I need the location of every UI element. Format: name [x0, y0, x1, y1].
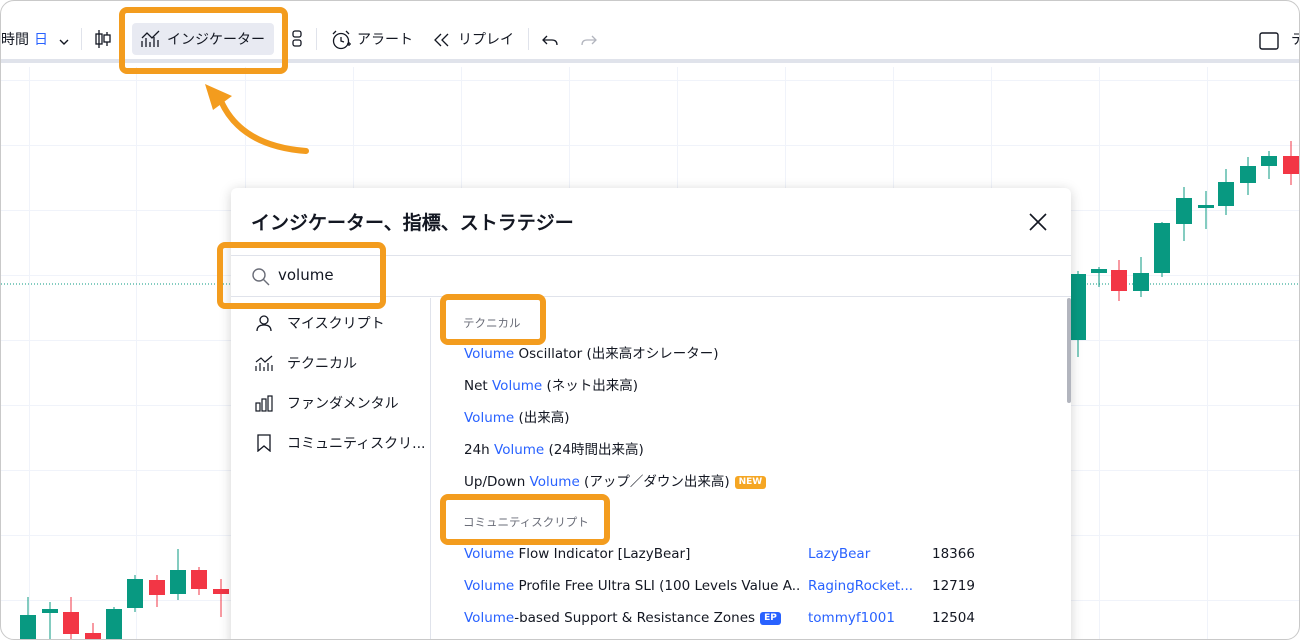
scrollbar[interactable]	[1067, 298, 1071, 403]
sidebar-item-my-scripts[interactable]: マイスクリプト	[255, 312, 430, 334]
candles-icon[interactable]	[94, 29, 112, 53]
results-list: テクニカル Volume Oscillator (出来高オシレーター) Net …	[432, 298, 1071, 639]
match-text: Volume	[464, 346, 515, 362]
sidebar-item-label: テクニカル	[287, 356, 357, 372]
ep-badge: EP	[760, 612, 781, 625]
match-text: Volume	[464, 546, 515, 562]
toolbar-cut-label: テ	[1291, 31, 1299, 49]
author-link[interactable]: LazyBear	[808, 545, 870, 563]
app-window: 時間 日 インジケーター アラート リプレイ インジケーター、指標、ストラテジー…	[0, 0, 1300, 640]
candle	[1198, 191, 1214, 229]
candle	[1133, 257, 1149, 297]
toolbar-divider	[81, 28, 82, 50]
user-icon	[255, 314, 273, 332]
annotation-box-indicators	[119, 7, 288, 74]
candle	[1283, 141, 1299, 185]
candle	[63, 597, 79, 639]
result-title: (24時間出来高)	[544, 442, 644, 458]
annotation-box-community	[440, 494, 610, 545]
result-row[interactable]: Volume-based Support & Resistance Zones E…	[464, 609, 781, 627]
candle	[1176, 187, 1192, 241]
likes-count: 12719	[932, 578, 975, 594]
result-title: Oscillator (出来高オシレーター)	[514, 346, 719, 362]
candle	[1240, 157, 1256, 195]
candle	[191, 567, 207, 595]
timeframe-prefix: 時間	[1, 32, 29, 48]
candle	[1261, 151, 1277, 179]
toolbar-divider	[528, 28, 529, 50]
dialog-title: インジケーター、指標、ストラテジー	[251, 212, 574, 234]
redo-icon[interactable]	[581, 33, 597, 52]
match-text: Volume	[464, 578, 515, 594]
candle	[213, 579, 229, 617]
result-prefix: Up/Down	[464, 474, 530, 490]
candle	[85, 623, 101, 639]
sidebar-item-technical[interactable]: テクニカル	[255, 352, 430, 374]
match-text: Volume	[494, 442, 545, 458]
candle	[1218, 169, 1234, 215]
candle	[20, 597, 36, 639]
annotation-box-technical	[440, 294, 546, 345]
result-title: Flow Indicator [LazyBear]	[514, 546, 691, 562]
result-prefix: 24h	[464, 442, 495, 458]
timeframe-button[interactable]: 日	[34, 31, 48, 49]
templates-icon[interactable]	[291, 29, 303, 53]
bookmark-icon	[255, 434, 273, 453]
result-row[interactable]: Volume Flow Indicator [LazyBear]	[464, 545, 690, 563]
sidebar-item-label: ファンダメンタル	[287, 396, 399, 412]
candle	[106, 607, 122, 639]
undo-icon[interactable]	[542, 33, 558, 52]
likes-count: 18366	[932, 546, 975, 562]
result-title: Profile Free Ultra SLI (100 Levels Value…	[514, 578, 800, 594]
candle	[127, 575, 143, 612]
author-link[interactable]: tommyf1001	[808, 609, 895, 627]
result-title: (ネット出来高)	[542, 378, 639, 394]
replay-icon[interactable]	[433, 32, 451, 51]
annotation-arrow	[205, 84, 309, 154]
close-icon[interactable]	[1027, 211, 1049, 233]
result-row[interactable]: 24h Volume (24時間出来高)	[464, 441, 644, 459]
result-row[interactable]: Volume Oscillator (出来高オシレーター)	[464, 345, 719, 363]
sidebar-item-label: マイスクリプト	[287, 316, 385, 332]
match-text: Volume	[464, 610, 515, 626]
match-text: Volume	[492, 378, 543, 394]
bar-chart-icon	[255, 394, 273, 412]
match-text: Volume	[529, 474, 580, 490]
result-title: (出来高)	[514, 410, 570, 426]
result-title: (アップ／ダウン出来高)	[579, 474, 730, 490]
match-text: Volume	[464, 410, 515, 426]
toolbar-divider	[316, 28, 317, 50]
sidebar-item-community[interactable]: コミュニティスクリ...	[255, 432, 430, 454]
result-row[interactable]: Up/Down Volume (アップ／ダウン出来高) NEW	[464, 473, 767, 491]
result-title: -based Support & Resistance Zones	[514, 610, 756, 626]
candle	[149, 575, 165, 607]
result-row[interactable]: Volume (出来高)	[464, 409, 570, 427]
likes-count: 12504	[932, 610, 975, 626]
candle	[1111, 260, 1127, 301]
alarm-clock-icon[interactable]	[330, 29, 352, 55]
annotation-box-search	[217, 242, 386, 309]
candle	[1070, 271, 1086, 357]
new-badge: NEW	[734, 476, 767, 489]
result-row[interactable]: Net Volume (ネット出来高)	[464, 377, 638, 395]
candle	[42, 602, 58, 639]
sidebar-item-fundamental[interactable]: ファンダメンタル	[255, 392, 430, 414]
author-link[interactable]: RagingRocket...	[808, 577, 913, 595]
fullscreen-icon[interactable]	[1259, 32, 1279, 54]
candle	[170, 549, 186, 600]
candle	[1154, 222, 1170, 277]
replay-button[interactable]: リプレイ	[458, 31, 514, 49]
alert-button[interactable]: アラート	[357, 31, 413, 49]
chart-line-icon	[255, 354, 273, 372]
result-row[interactable]: Volume Profile Free Ultra SLI (100 Level…	[464, 577, 799, 595]
result-prefix: Net	[464, 378, 492, 394]
chevron-down-icon[interactable]	[58, 33, 70, 52]
sidebar-item-label: コミュニティスクリ...	[287, 436, 426, 452]
category-sidebar: マイスクリプト テクニカル ファンダメンタル コミュニティスクリ...	[231, 298, 431, 639]
